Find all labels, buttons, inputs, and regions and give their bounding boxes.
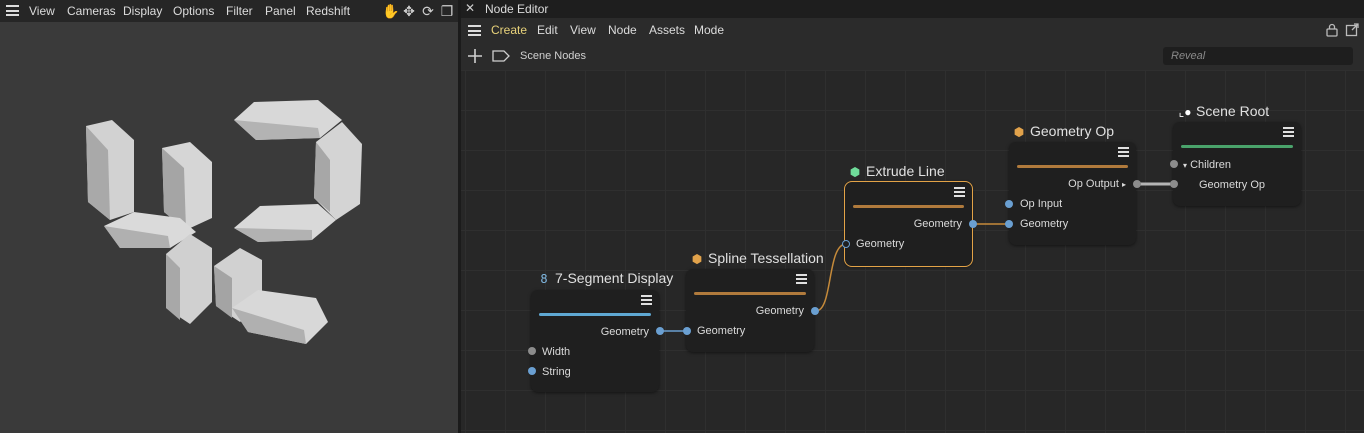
reveal-search-field[interactable] — [1163, 47, 1353, 65]
cube-op-icon: ⬢ — [691, 252, 703, 266]
rotate-icon[interactable]: ⟳ — [420, 3, 436, 19]
node-7segment-display[interactable]: Geometry Width String — [531, 290, 659, 392]
cube-op-icon: ⬢ — [1013, 125, 1025, 139]
menu-node[interactable]: Node — [608, 23, 637, 37]
hamburger-menu-icon[interactable] — [6, 5, 19, 16]
viewport-menubar: View Cameras Display Options Filter Pane… — [0, 0, 458, 22]
node-color-bar — [539, 313, 651, 316]
port-tessellation-geometry-in[interactable] — [683, 327, 691, 335]
digit-2-shape — [214, 100, 362, 344]
node-7segment-title: 8 7-Segment Display — [537, 269, 673, 288]
move-arrows-icon[interactable]: ✥ — [401, 3, 417, 19]
port-label-width: Width — [542, 346, 571, 358]
menu-edit[interactable]: Edit — [537, 23, 558, 37]
triangle-down-icon: ▾ — [1183, 161, 1188, 170]
viewport-panel[interactable]: View Cameras Display Options Filter Pane… — [0, 0, 458, 433]
port-label-op-input: Op Input — [1020, 198, 1063, 210]
triangle-right-icon: ▸ — [1121, 180, 1126, 189]
tag-icon[interactable] — [492, 50, 510, 62]
menu-view[interactable]: View — [570, 23, 596, 37]
port-label-geometry-out: Geometry — [755, 305, 804, 317]
lock-icon[interactable] — [1325, 23, 1339, 37]
node-geometry-op[interactable]: Op Output ▸ Op Input Geometry — [1009, 142, 1136, 245]
viewport-menu-view[interactable]: View — [29, 4, 55, 18]
port-label-children: ▾ Children — [1183, 159, 1232, 171]
node-spline-tessellation-title: ⬢ Spline Tessellation — [691, 250, 824, 266]
viewport-menu-panel[interactable]: Panel — [265, 4, 296, 18]
menu-mode[interactable]: Mode — [694, 23, 724, 37]
port-extrude-geometry-out[interactable] — [969, 220, 977, 228]
pop-out-window-icon[interactable] — [1345, 23, 1359, 37]
viewport-3d-render[interactable] — [0, 22, 458, 433]
node-editor-titlebar: ✕ Node Editor — [461, 0, 1364, 18]
node-editor-panel: ✕ Node Editor Create Edit View Node Asse… — [461, 0, 1364, 433]
scene-root-icon: ⌞● — [1178, 105, 1192, 119]
seven-segment-icon: 8 — [540, 272, 548, 286]
node-color-bar — [1181, 145, 1293, 148]
reveal-search-input[interactable] — [1163, 47, 1351, 65]
port-geometryop-op-input[interactable] — [1005, 200, 1013, 208]
node-menu-icon[interactable] — [954, 187, 965, 198]
node-color-bar — [694, 292, 806, 295]
port-label-geometry-op-child: Geometry Op — [1199, 179, 1266, 191]
node-spline-tessellation[interactable]: Geometry Geometry — [686, 269, 814, 352]
node-extrude-line[interactable]: Geometry Geometry — [844, 181, 973, 267]
port-sceneroot-geometryop-in[interactable] — [1170, 180, 1178, 188]
port-label-geometry-in: Geometry — [697, 325, 746, 337]
node-color-bar — [853, 205, 964, 208]
menu-assets[interactable]: Assets — [649, 23, 685, 37]
viewport-menu-display[interactable]: Display — [123, 4, 162, 18]
node-graph-canvas[interactable]: 8 7-Segment Display Geometry Width String… — [461, 70, 1364, 433]
port-label-geometry-in: Geometry — [856, 238, 905, 250]
port-geometryop-op-output[interactable] — [1133, 180, 1141, 188]
node-editor-toolbar: Scene Nodes — [461, 42, 1364, 70]
viewport-menu-options[interactable]: Options — [173, 4, 214, 18]
node-menu-icon[interactable] — [796, 274, 807, 285]
node-color-bar — [1017, 165, 1128, 168]
close-icon[interactable]: ✕ — [465, 1, 475, 15]
hamburger-menu-icon[interactable] — [468, 25, 481, 36]
node-menu-icon[interactable] — [1118, 147, 1129, 158]
viewport-menu-redshift[interactable]: Redshift — [306, 4, 350, 18]
node-menu-icon[interactable] — [641, 295, 652, 306]
port-7seg-width-in[interactable] — [528, 347, 536, 355]
port-tessellation-geometry-out[interactable] — [811, 307, 819, 315]
menu-create[interactable]: Create — [491, 23, 527, 37]
node-extrude-line-title: ⬢ Extrude Line — [849, 163, 945, 179]
port-label-string: String — [542, 366, 571, 378]
add-node-icon[interactable] — [468, 49, 482, 63]
node-scene-root[interactable]: ▾ Children Geometry Op — [1173, 122, 1301, 206]
port-7seg-geometry-out[interactable] — [656, 327, 664, 335]
maximize-view-icon[interactable]: ❐ — [439, 3, 455, 19]
digit-4-shape — [86, 120, 212, 324]
breadcrumb[interactable]: Scene Nodes — [520, 50, 586, 62]
node-editor-title: Node Editor — [485, 2, 549, 16]
viewport-menu-cameras[interactable]: Cameras — [67, 4, 116, 18]
viewport-menu-filter[interactable]: Filter — [226, 4, 253, 18]
node-editor-menubar: Create Edit View Node Assets Mode — [461, 18, 1364, 42]
port-sceneroot-children-in[interactable] — [1170, 160, 1178, 168]
node-geometry-op-title: ⬢ Geometry Op — [1013, 123, 1115, 139]
port-label-geometry-out: Geometry — [913, 218, 962, 230]
cube-green-icon: ⬢ — [849, 165, 861, 179]
port-label-geometry-in: Geometry — [1020, 218, 1069, 230]
port-7seg-string-in[interactable] — [528, 367, 536, 375]
port-label-op-output: Op Output ▸ — [1068, 178, 1126, 190]
node-menu-icon[interactable] — [1283, 127, 1294, 138]
port-label-geometry-out: Geometry — [600, 326, 649, 338]
port-geometryop-geometry-in[interactable] — [1005, 220, 1013, 228]
port-extrude-geometry-in[interactable] — [842, 240, 850, 248]
node-scene-root-title: ⌞● Scene Root — [1178, 103, 1270, 119]
hand-pan-icon[interactable]: ✋ — [382, 3, 399, 19]
